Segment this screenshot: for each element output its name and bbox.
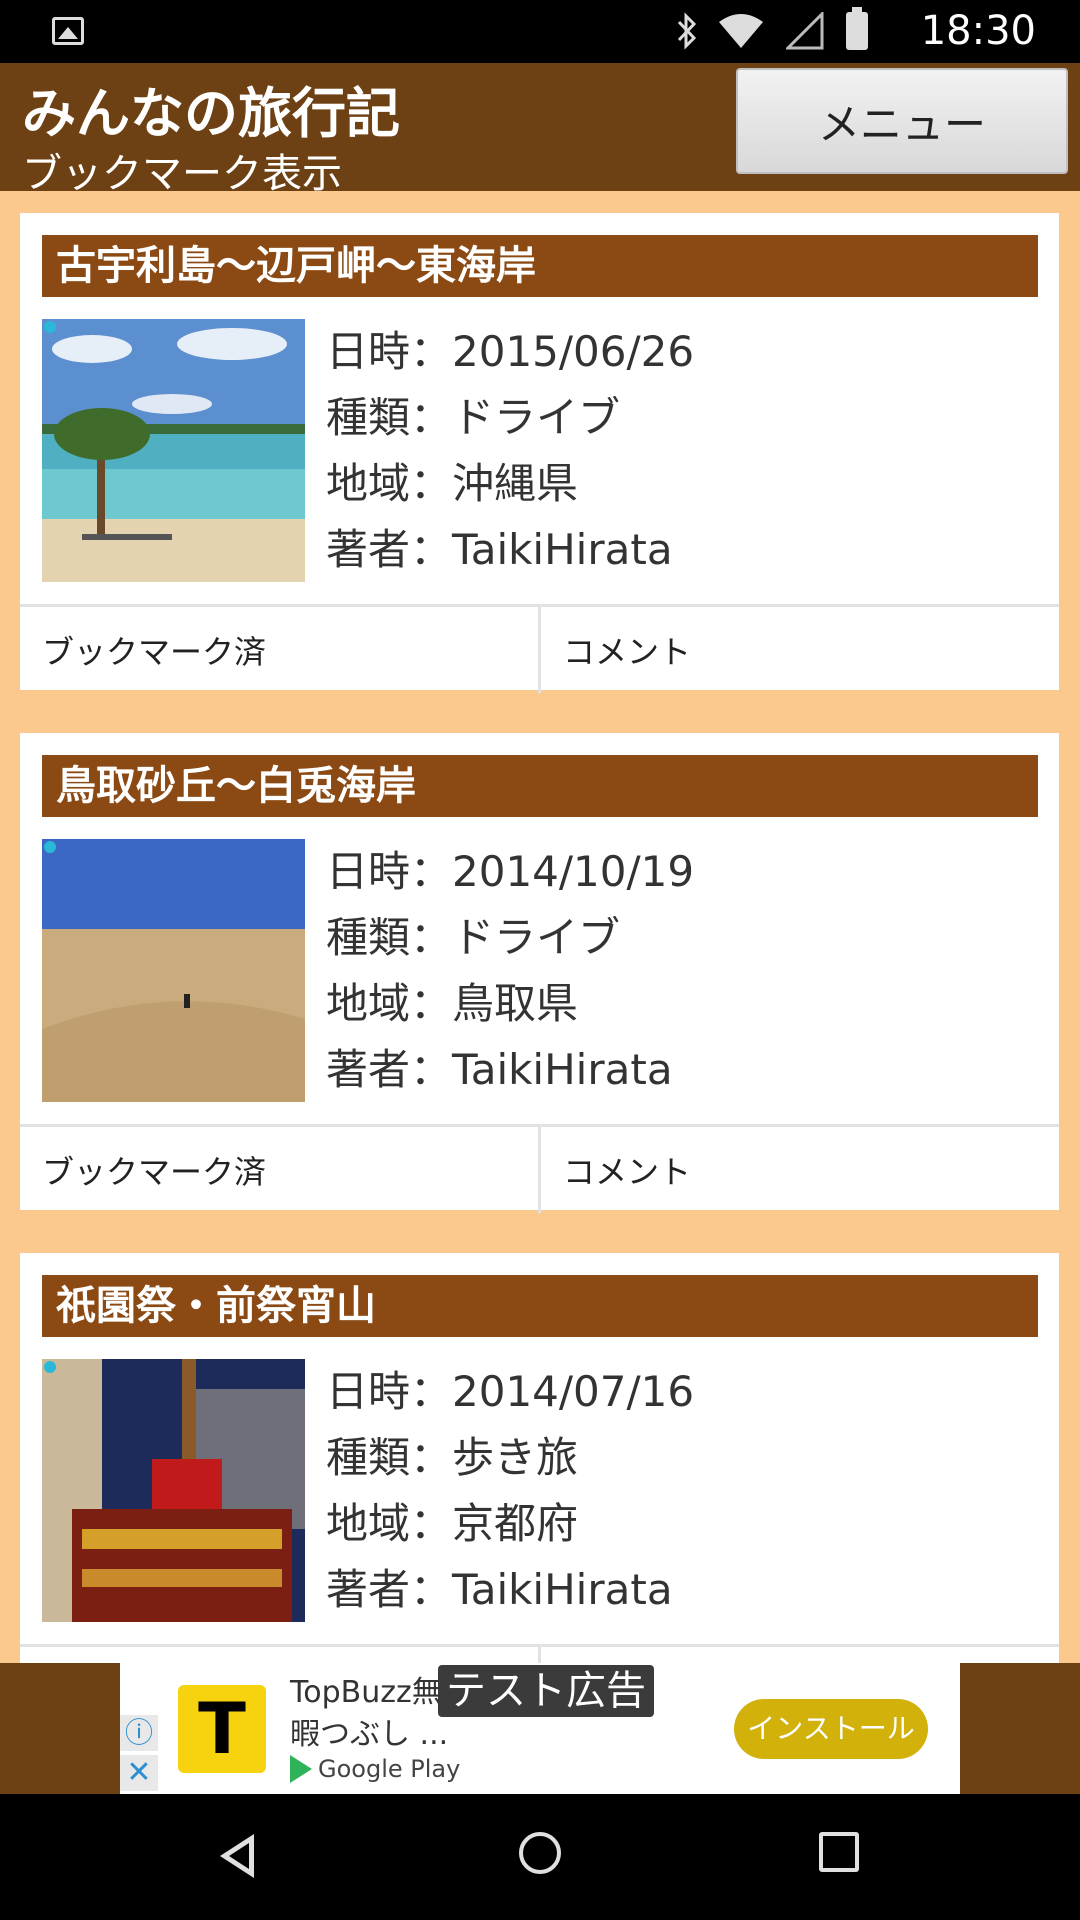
google-play-icon [290, 1755, 312, 1783]
region-text: 地域：沖縄県 [326, 459, 579, 508]
card-info: 日時：2015/06/26 種類：ドライブ 地域：沖縄県 著者：TaikiHir… [326, 319, 694, 583]
menu-button[interactable]: メニュー [736, 68, 1068, 174]
author-text: 著者：TaikiHirata [326, 525, 673, 574]
comment-button[interactable]: コメント [538, 607, 1059, 693]
author-text: 著者：TaikiHirata [326, 1565, 673, 1614]
system-icons [676, 7, 868, 50]
bookmark-button[interactable]: ブックマーク済 [20, 607, 538, 693]
bookmark-list: 古宇利島〜辺戸岬〜東海岸 日時：2015/06/26 種類：ドライブ 地域：沖縄… [0, 191, 1080, 1663]
battery-icon [846, 7, 868, 50]
signal-icon [784, 10, 824, 50]
recent-apps-icon[interactable] [819, 1832, 859, 1872]
card-actions: ブックマーク済 コメント [20, 1124, 1059, 1213]
wifi-icon [718, 12, 764, 50]
region-text: 地域：京都府 [326, 1499, 579, 1548]
pin-icon [44, 1361, 56, 1373]
card-title[interactable]: 祇園祭・前祭宵山 [42, 1275, 1038, 1337]
clock: 18:30 [920, 8, 1036, 54]
author-text: 著者：TaikiHirata [326, 1045, 673, 1094]
card-actions [20, 1644, 1059, 1663]
ad-banner[interactable]: ⓘ ✕ T TopBuzz無 暇つぶし ... Google Play テスト広… [120, 1663, 960, 1794]
card-info: 日時：2014/10/19 種類：ドライブ 地域：鳥取県 著者：TaikiHir… [326, 839, 694, 1103]
pin-icon [44, 841, 56, 853]
ad-store: Google Play [290, 1755, 460, 1783]
bluetooth-icon [676, 12, 697, 50]
card-actions: ブックマーク済 コメント [20, 604, 1059, 693]
sand-dune-photo[interactable] [42, 839, 305, 1102]
date-text: 日時：2014/10/19 [326, 847, 695, 896]
comment-button[interactable]: コメント [538, 1127, 1059, 1213]
type-text: 種類：歩き旅 [326, 1433, 579, 1482]
test-ad-label: テスト広告 [438, 1665, 654, 1717]
install-button[interactable]: インストール [734, 1699, 928, 1759]
bookmark-button[interactable]: ブックマーク済 [20, 1127, 538, 1213]
type-text: 種類：ドライブ [326, 393, 621, 442]
store-label: Google Play [318, 1755, 461, 1783]
home-icon[interactable] [519, 1832, 561, 1874]
date-text: 日時：2015/06/26 [326, 327, 695, 376]
travel-card: 古宇利島〜辺戸岬〜東海岸 日時：2015/06/26 種類：ドライブ 地域：沖縄… [20, 213, 1059, 693]
ad-info-icon[interactable]: ⓘ [120, 1715, 158, 1751]
topbuzz-logo: T [178, 1685, 266, 1773]
comment-button[interactable] [538, 1647, 1059, 1663]
beach-photo[interactable] [42, 319, 305, 582]
navigation-bar [0, 1794, 1080, 1920]
ad-close-icon[interactable]: ✕ [120, 1755, 158, 1791]
image-notification-icon [52, 17, 84, 45]
card-title[interactable]: 古宇利島〜辺戸岬〜東海岸 [42, 235, 1038, 297]
ad-title: TopBuzz無 [290, 1675, 442, 1710]
region-text: 地域：鳥取県 [326, 979, 579, 1028]
ad-description: 暇つぶし ... [290, 1717, 449, 1752]
app-title: みんなの旅行記 [22, 82, 400, 145]
back-icon[interactable] [220, 1834, 254, 1878]
status-bar: 18:30 [0, 0, 1080, 63]
card-info: 日時：2014/07/16 種類：歩き旅 地域：京都府 著者：TaikiHira… [326, 1359, 694, 1623]
bookmark-button[interactable] [20, 1647, 538, 1663]
travel-card: 祇園祭・前祭宵山 日時：2014/07/16 種類：歩き旅 地域：京都府 著者：… [20, 1253, 1059, 1663]
card-title[interactable]: 鳥取砂丘〜白兎海岸 [42, 755, 1038, 817]
travel-card: 鳥取砂丘〜白兎海岸 日時：2014/10/19 種類：ドライブ 地域：鳥取県 著… [20, 733, 1059, 1213]
festival-photo[interactable] [42, 1359, 305, 1622]
pin-icon [44, 321, 56, 333]
date-text: 日時：2014/07/16 [326, 1367, 695, 1416]
type-text: 種類：ドライブ [326, 913, 621, 962]
